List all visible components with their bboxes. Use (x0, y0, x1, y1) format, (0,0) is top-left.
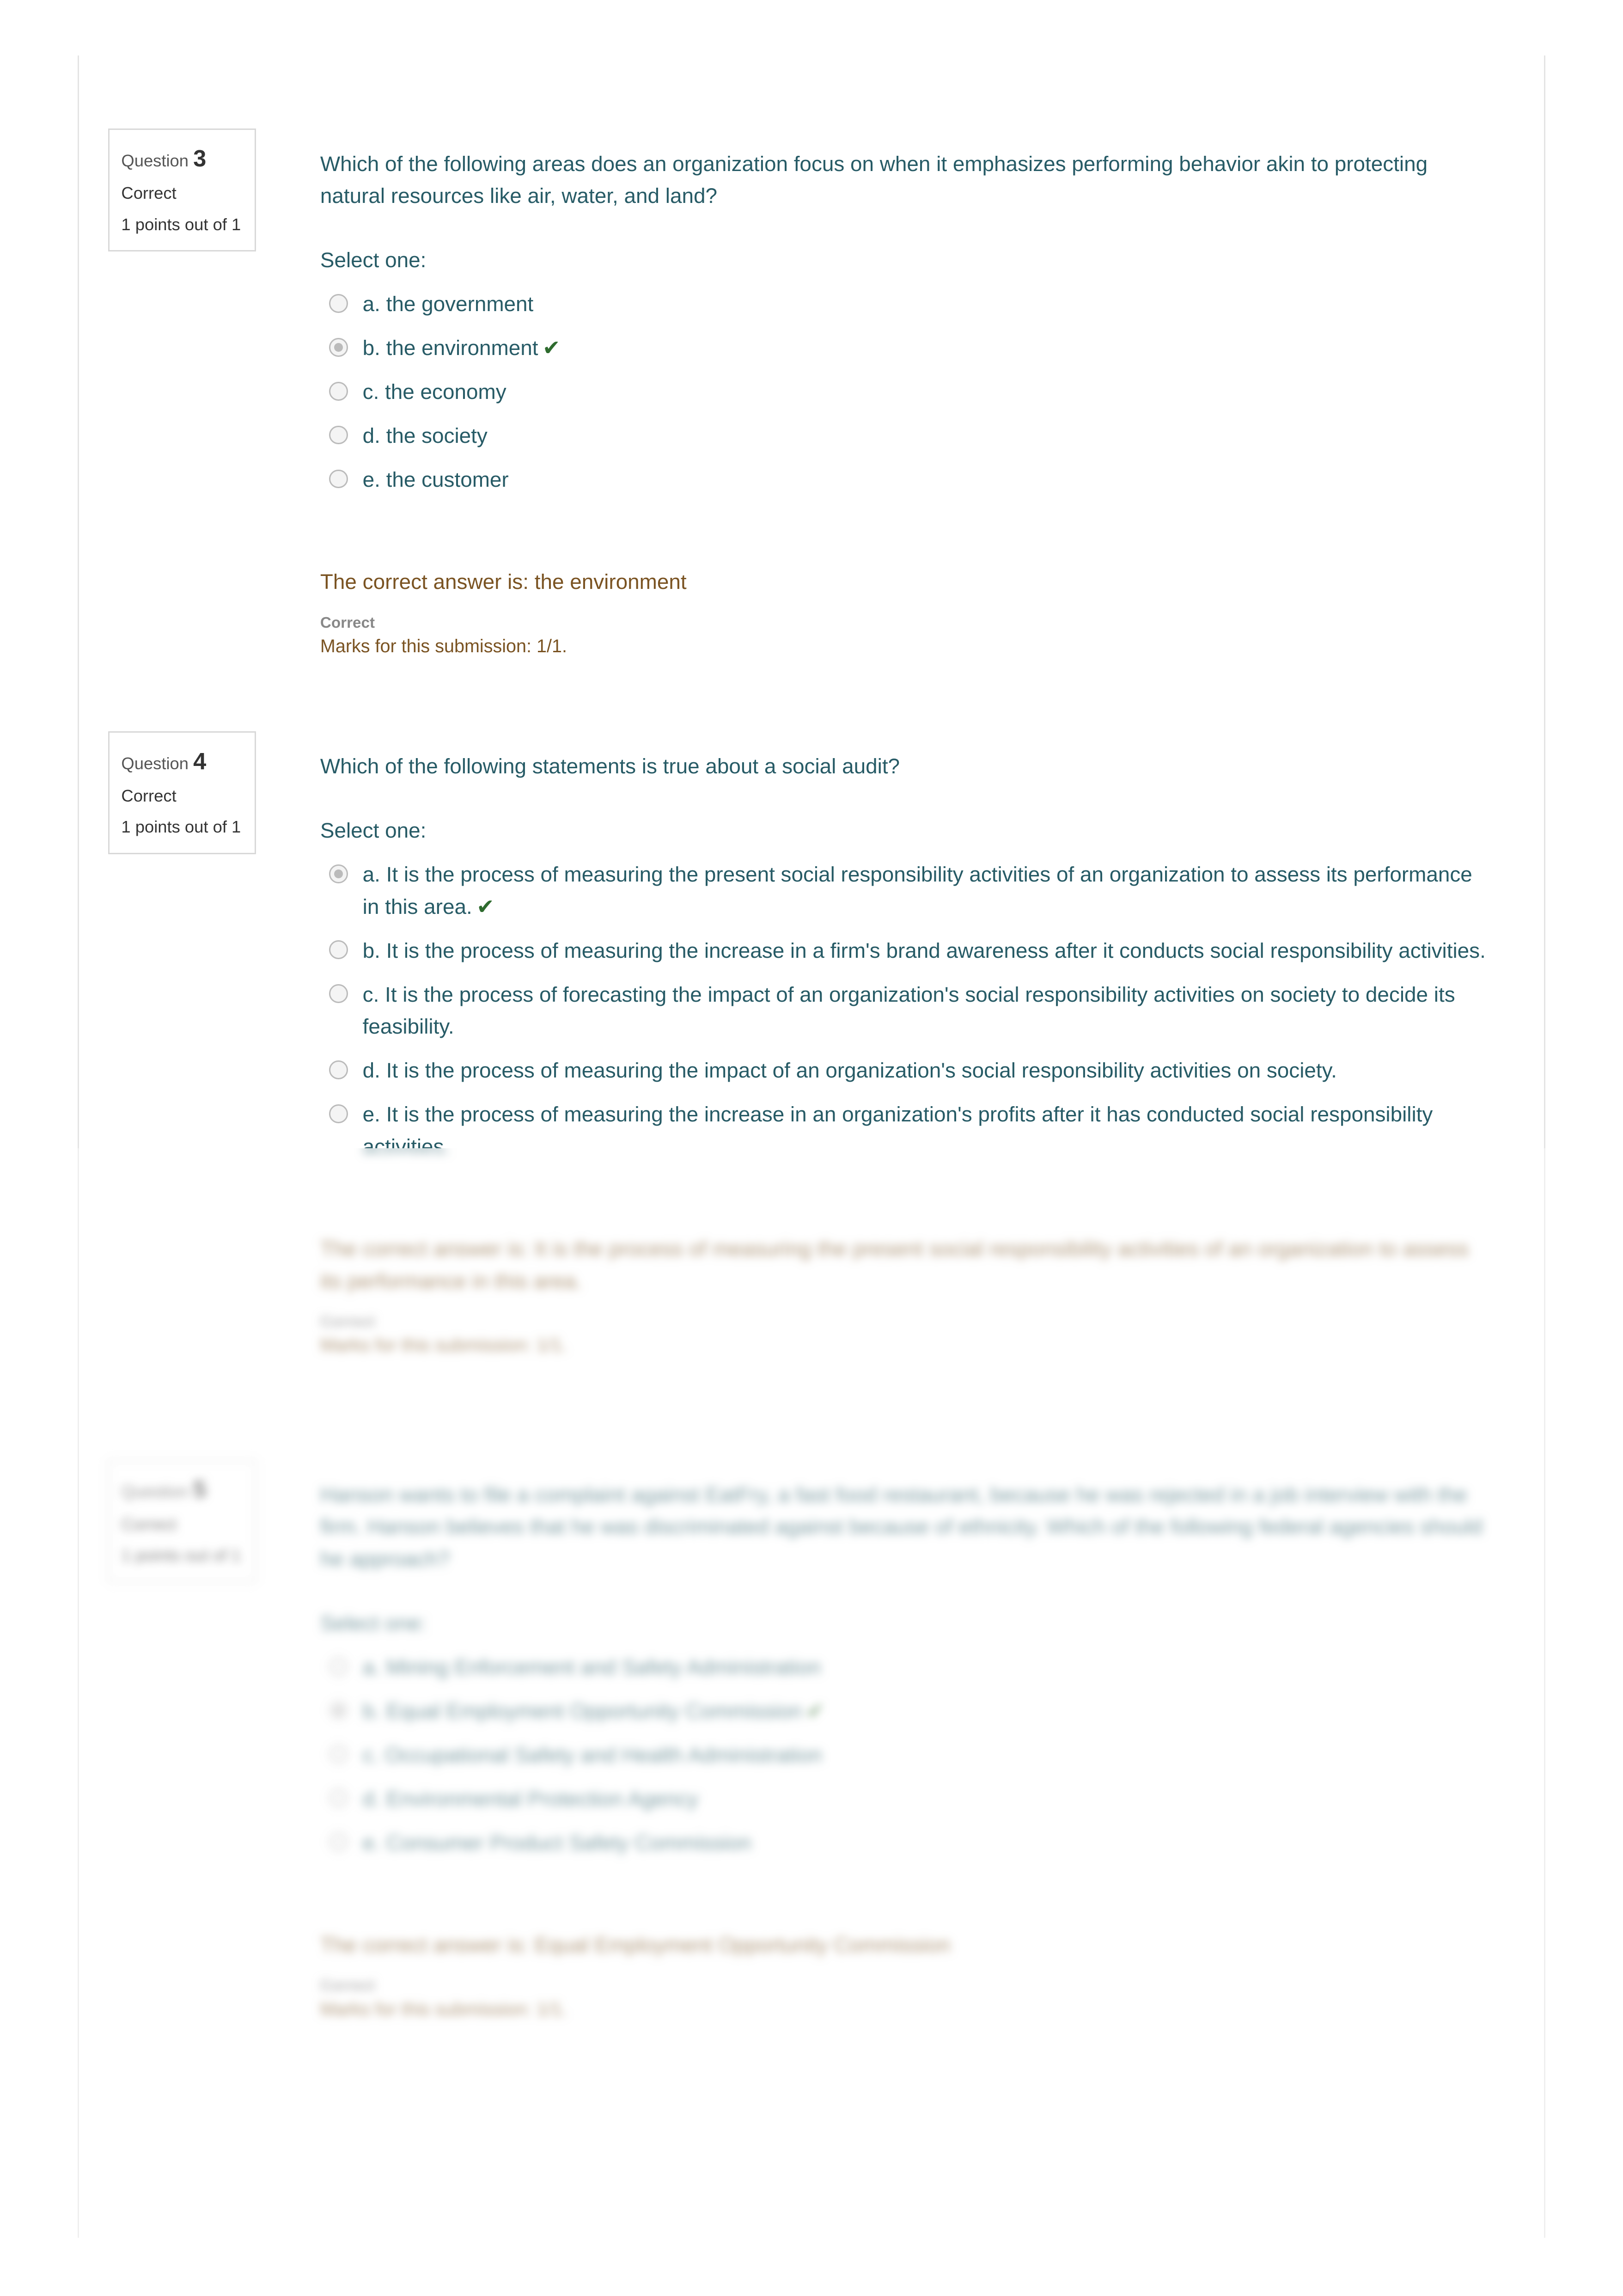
question-points: 1 points out of 1 (121, 817, 241, 837)
option-label: b. It is the process of measuring the in… (362, 938, 1486, 962)
radio-button[interactable] (329, 864, 348, 883)
clear-layer: Question 4 Correct 1 points out of 1 Whi… (0, 0, 1623, 1148)
question-number: 4 (193, 747, 207, 774)
answer-option[interactable]: d. It is the process of measuring the im… (320, 1054, 1490, 1087)
radio-button[interactable] (329, 984, 348, 1004)
answer-options: a. It is the process of measuring the pr… (320, 858, 1490, 1148)
radio-button[interactable] (329, 940, 348, 960)
answer-option[interactable]: e. It is the process of measuring the in… (320, 1098, 1490, 1148)
question-text: Which of the following statements is tru… (320, 754, 900, 778)
quiz-review-page: Question 3 Correct 1 points out of 1 Whi… (0, 0, 1623, 2296)
option-label: a. It is the process of measuring the pr… (362, 862, 1472, 918)
option-label: d. It is the process of measuring the im… (362, 1058, 1337, 1083)
option-label: c. It is the process of forecasting the … (362, 982, 1455, 1039)
option-label: e. It is the process of measuring the in… (362, 1102, 1433, 1148)
question-label: Question (121, 753, 189, 773)
radio-button[interactable] (329, 1060, 348, 1079)
check-icon: ✔ (476, 894, 494, 918)
blur-overlay (0, 1148, 1623, 2296)
answer-option[interactable]: c. It is the process of forecasting the … (320, 979, 1490, 1043)
answer-option[interactable]: b. It is the process of measuring the in… (320, 935, 1490, 967)
select-label: Select one: (320, 818, 427, 843)
radio-button[interactable] (329, 1104, 348, 1123)
question-info: Question 4 Correct 1 points out of 1 (108, 731, 256, 854)
question-state: Correct (121, 786, 177, 805)
answer-option[interactable]: a. It is the process of measuring the pr… (320, 858, 1490, 923)
